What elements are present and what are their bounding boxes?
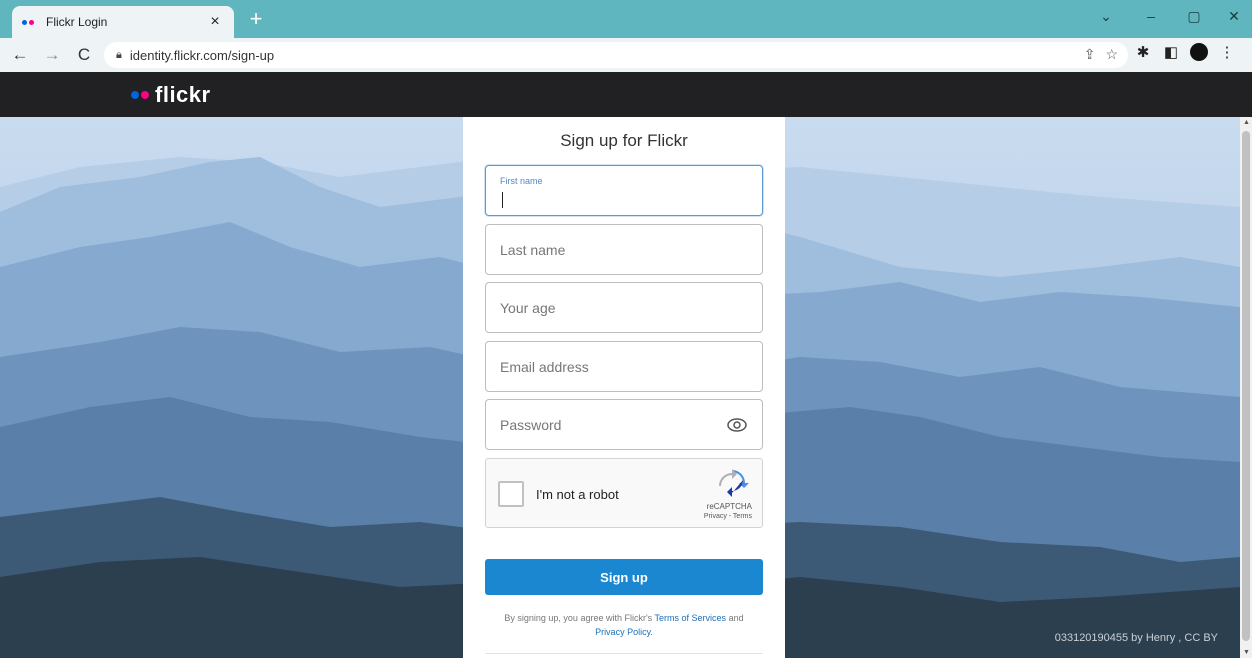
page-scrollbar[interactable]: ▲ ▼ <box>1240 117 1252 658</box>
show-password-eye-icon[interactable] <box>726 416 748 434</box>
side-panel-icon[interactable]: ◧ <box>1162 43 1180 61</box>
privacy-policy-link[interactable]: Privacy Policy. <box>595 627 653 637</box>
browser-toolbar: ← → C 🔒︎ identity.flickr.com/sign-up ⇪ ☆… <box>0 38 1252 72</box>
email-placeholder: Email address <box>500 359 589 375</box>
minimize-icon[interactable]: – <box>1139 8 1163 30</box>
age-field[interactable]: Your age <box>485 282 763 333</box>
terms-of-services-link[interactable]: Terms of Services <box>655 613 727 623</box>
card-divider <box>485 653 763 654</box>
legal-conjunction: and <box>728 613 744 623</box>
recaptcha-checkbox[interactable] <box>498 481 524 507</box>
new-tab-button[interactable]: + <box>244 8 268 32</box>
url-text: identity.flickr.com/sign-up <box>129 47 275 63</box>
forward-icon[interactable]: → <box>40 43 64 67</box>
tab-search-icon[interactable]: ⌄ <box>1094 8 1118 30</box>
first-name-field[interactable]: First name <box>485 165 763 216</box>
recaptcha-label: I'm not a robot <box>536 487 619 502</box>
address-bar[interactable]: 🔒︎ identity.flickr.com/sign-up ⇪ ☆ <box>104 42 1128 68</box>
photo-credit[interactable]: 033120190455 by Henry , CC BY <box>1055 632 1218 644</box>
flickr-header: flickr <box>0 72 1252 117</box>
share-icon[interactable]: ⇪ <box>1084 46 1096 63</box>
close-window-icon[interactable]: ✕ <box>1222 8 1246 30</box>
recaptcha-brand: reCAPTCHA <box>706 502 752 511</box>
scroll-down-icon[interactable]: ▼ <box>1243 649 1250 656</box>
logo-blue-dot-icon <box>131 91 139 99</box>
bookmark-star-icon[interactable]: ☆ <box>1105 46 1118 63</box>
signup-button[interactable]: Sign up <box>485 559 763 595</box>
age-placeholder: Your age <box>500 300 556 316</box>
browser-tab[interactable]: Flickr Login × <box>12 6 234 38</box>
password-field[interactable]: Password <box>485 399 763 450</box>
tab-close-icon[interactable]: × <box>206 13 224 31</box>
extensions-puzzle-icon[interactable]: ✱ <box>1134 43 1152 61</box>
flickr-logo[interactable]: flickr <box>131 82 211 108</box>
email-field[interactable]: Email address <box>485 341 763 392</box>
legal-prefix: By signing up, you agree with Flickr's <box>504 613 653 623</box>
legal-text: By signing up, you agree with Flickr's T… <box>493 611 755 639</box>
logo-pink-dot-icon <box>141 91 149 99</box>
restore-icon[interactable]: ▢ <box>1182 8 1206 30</box>
scroll-up-icon[interactable]: ▲ <box>1243 119 1250 126</box>
scrollbar-thumb[interactable] <box>1242 131 1250 641</box>
last-name-placeholder: Last name <box>500 242 566 258</box>
logo-text: flickr <box>155 82 211 107</box>
back-icon[interactable]: ← <box>8 43 32 67</box>
flickr-favicon-icon <box>22 16 38 28</box>
profile-avatar-icon[interactable] <box>1190 43 1208 61</box>
recaptcha-widget: I'm not a robot reCAPTCHA Privacy - Term… <box>485 458 763 528</box>
first-name-label: First name <box>500 176 543 186</box>
signup-card: Sign up for Flickr First name Last name … <box>463 117 785 658</box>
tab-title: Flickr Login <box>46 15 108 29</box>
signup-title: Sign up for Flickr <box>560 131 688 150</box>
recaptcha-privacy-terms-link[interactable]: Privacy - Terms <box>704 513 752 520</box>
browser-tab-bar: Flickr Login × + ⌄ – ▢ ✕ <box>0 0 1252 38</box>
recaptcha-logo-icon <box>719 469 749 497</box>
lock-icon: 🔒︎ <box>116 48 122 61</box>
password-placeholder: Password <box>500 417 562 433</box>
browser-menu-icon[interactable]: ⋮ <box>1218 43 1236 61</box>
last-name-field[interactable]: Last name <box>485 224 763 275</box>
text-caret <box>502 192 503 208</box>
reload-icon[interactable]: C <box>72 43 96 67</box>
